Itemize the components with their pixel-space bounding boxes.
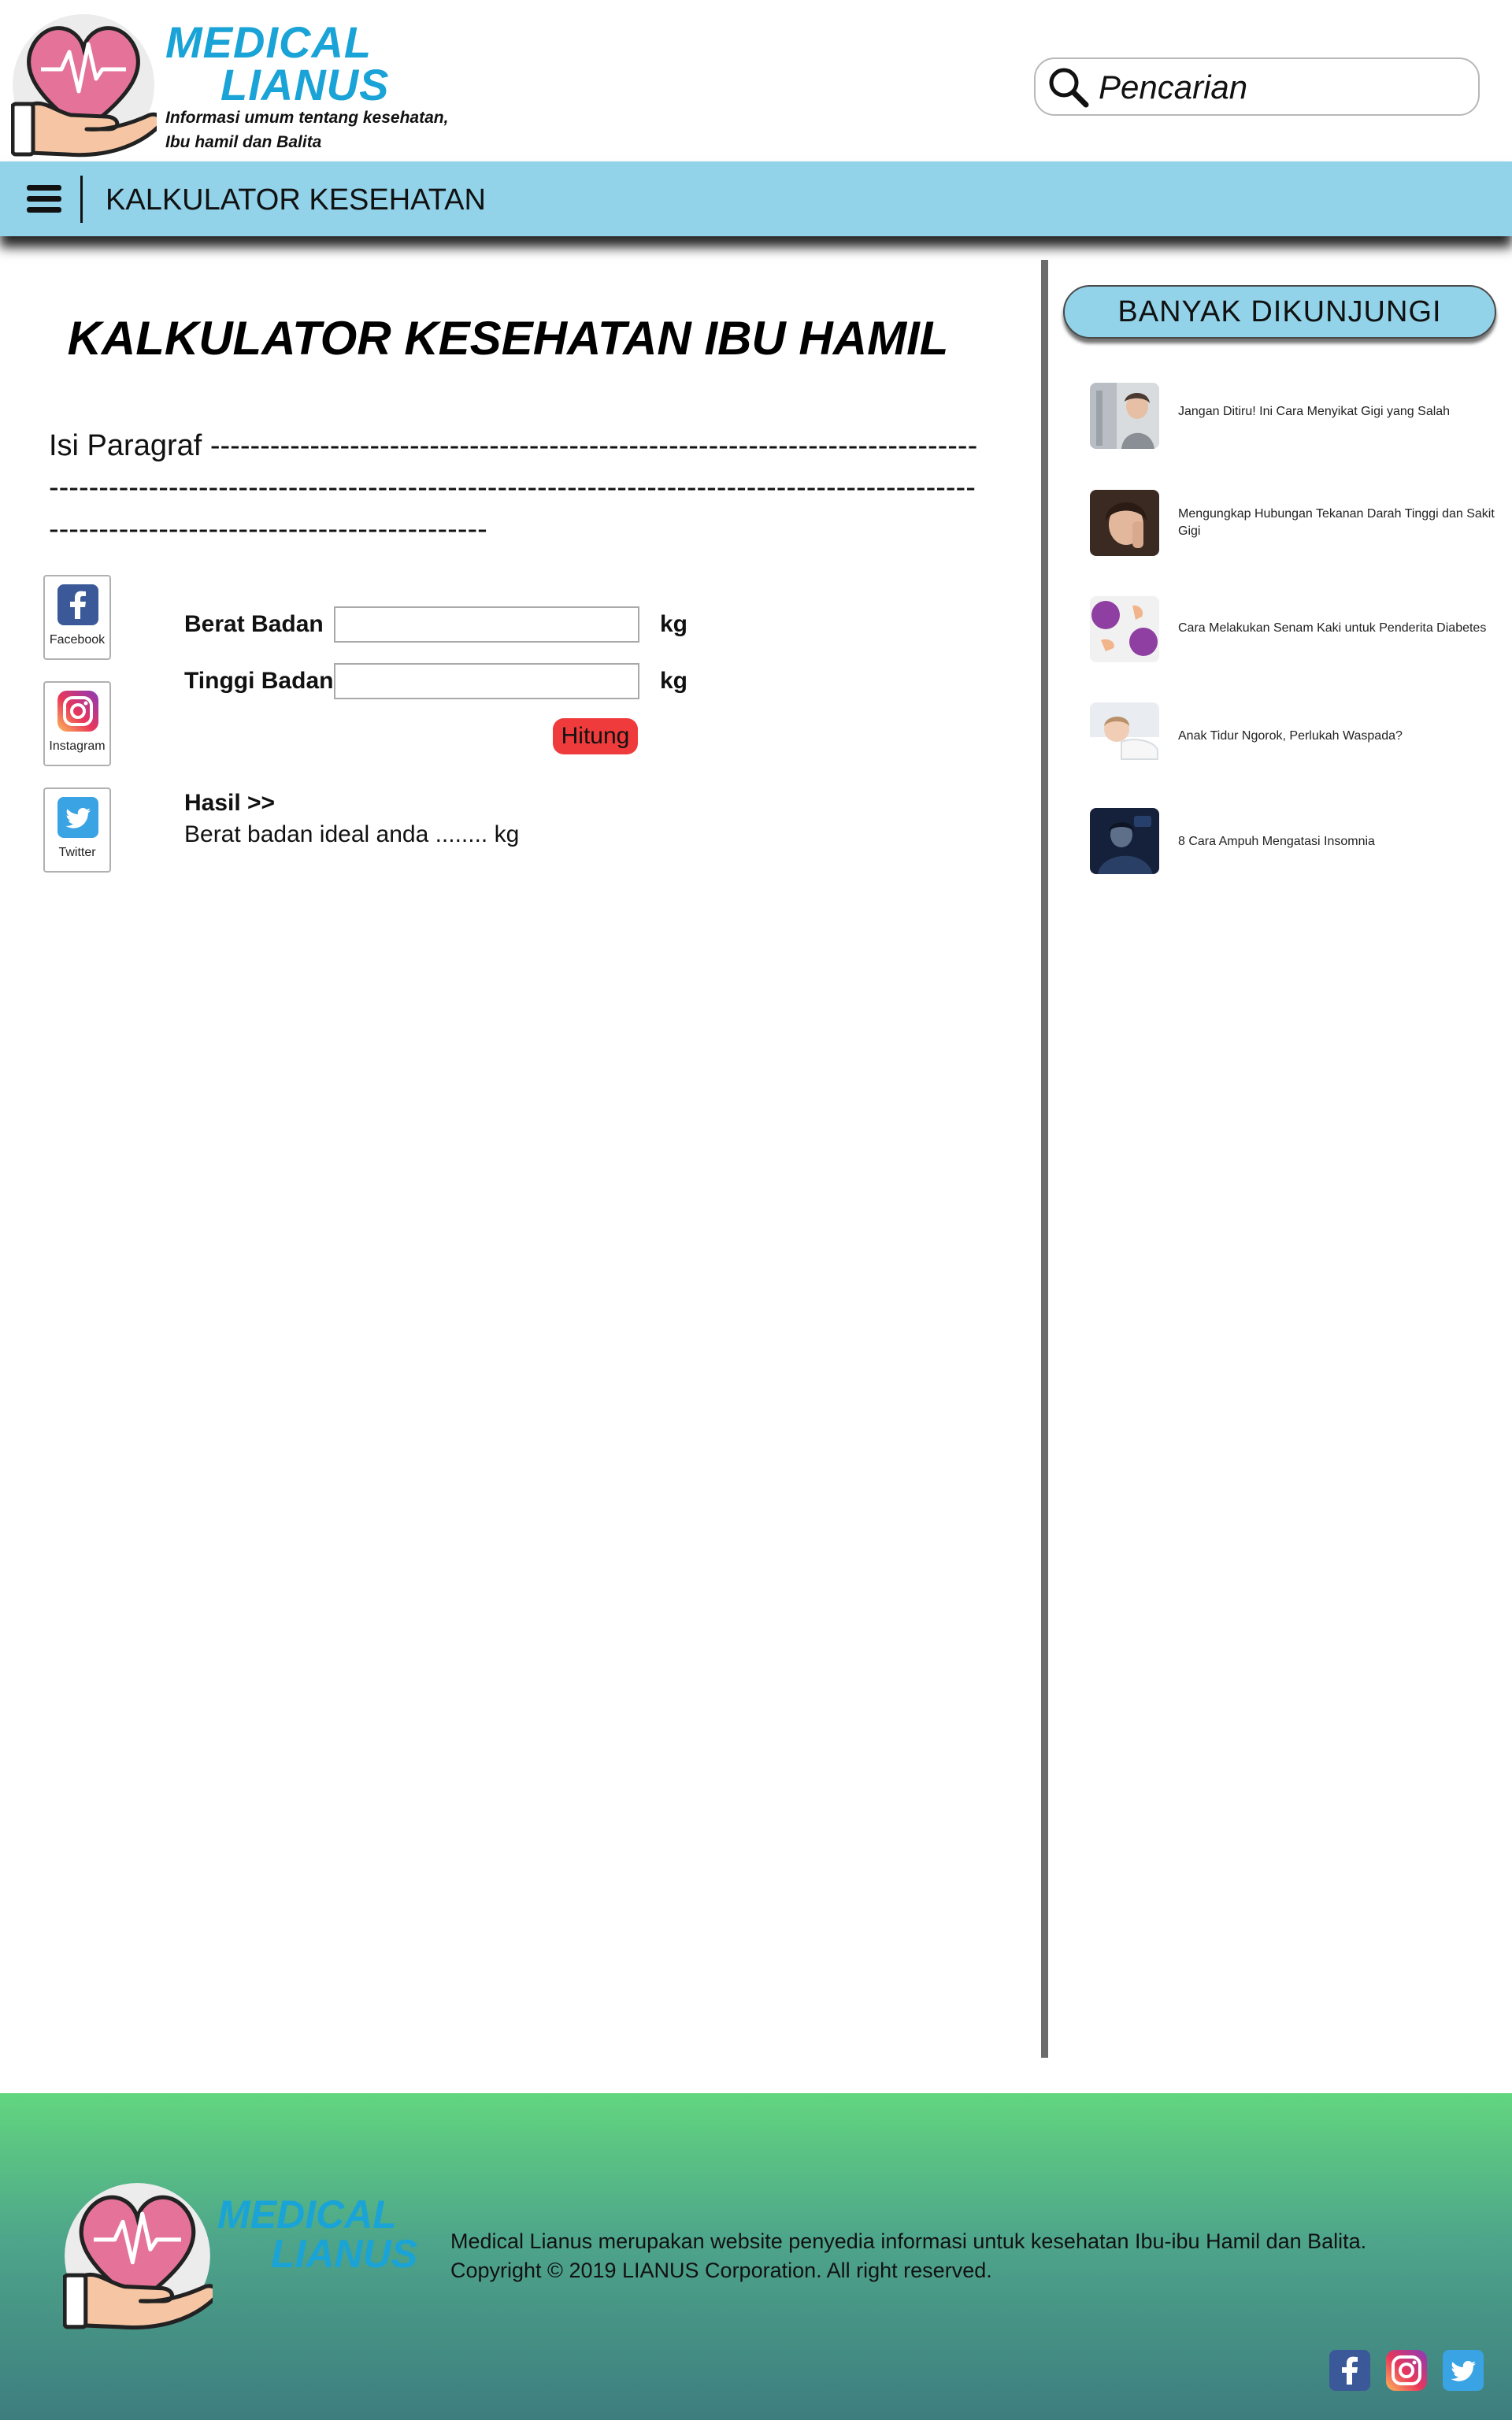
- instagram-icon[interactable]: [1386, 2350, 1427, 2391]
- main-nav-bar: KALKULATOR KESEHATAN: [0, 161, 1512, 236]
- page-title: KALKULATOR KESEHATAN IBU HAMIL: [67, 312, 949, 365]
- share-instagram-label: Instagram: [49, 739, 106, 753]
- footer-copyright: Copyright © 2019 LIANUS Corporation. All…: [450, 2259, 992, 2282]
- share-facebook-button[interactable]: Facebook: [43, 575, 111, 660]
- result-title: Hasil >>: [184, 790, 276, 816]
- share-twitter-label: Twitter: [58, 846, 96, 859]
- calculate-button[interactable]: Hitung: [553, 718, 638, 754]
- brand-name-line1: MEDICAL: [165, 17, 372, 67]
- brand-name-line2: LIANUS: [220, 60, 390, 109]
- article-title[interactable]: Cara Melakukan Senam Kaki untuk Penderit…: [1178, 620, 1501, 637]
- twitter-icon[interactable]: [1443, 2350, 1484, 2391]
- result-text: Berat badan ideal anda ........ kg: [184, 821, 520, 847]
- weight-label: Berat Badan: [184, 611, 324, 637]
- article-title[interactable]: Mengungkap Hubungan Tekanan Darah Tinggi…: [1178, 506, 1501, 540]
- article-title[interactable]: Jangan Ditiru! Ini Cara Menyikat Gigi ya…: [1178, 403, 1501, 421]
- popular-article-item[interactable]: Anak Tidur Ngorok, Perlukah Waspada?: [1090, 702, 1499, 770]
- brand-tagline: Informasi umum tentang kesehatan, Ibu ha…: [165, 106, 496, 154]
- site-header: MEDICAL LIANUS Informasi umum tentang ke…: [0, 0, 1512, 161]
- footer-about-text: Medical Lianus merupakan website penyedi…: [450, 2229, 1367, 2253]
- share-instagram-button[interactable]: Instagram: [43, 681, 111, 766]
- article-title[interactable]: Anak Tidur Ngorok, Perlukah Waspada?: [1178, 728, 1501, 745]
- twitter-icon: [57, 797, 98, 838]
- sidebar-divider: [1041, 260, 1048, 2058]
- tagline-line1: Informasi umum tentang kesehatan,: [165, 109, 449, 127]
- tagline-line2: Ibu hamil dan Balita: [165, 133, 322, 151]
- height-input[interactable]: [334, 663, 639, 699]
- nav-title[interactable]: KALKULATOR KESEHATAN: [106, 182, 486, 218]
- article-thumbnail: [1090, 383, 1159, 449]
- popular-article-item[interactable]: Mengungkap Hubungan Tekanan Darah Tinggi…: [1090, 490, 1499, 558]
- popular-article-item[interactable]: Jangan Ditiru! Ini Cara Menyikat Gigi ya…: [1090, 383, 1499, 450]
- footer-description: Medical Lianus merupakan website penyedi…: [450, 2227, 1474, 2285]
- search-box[interactable]: Pencarian: [1034, 57, 1480, 116]
- article-thumbnail: [1090, 808, 1159, 874]
- popular-article-item[interactable]: Cara Melakukan Senam Kaki untuk Penderit…: [1090, 596, 1499, 664]
- nav-divider: [80, 176, 83, 223]
- footer-brand-line2: LIANUS: [271, 2232, 418, 2276]
- facebook-icon: [57, 584, 98, 625]
- share-facebook-label: Facebook: [49, 633, 106, 647]
- site-footer: MEDICAL LIANUS Medical Lianus merupakan …: [0, 2093, 1512, 2420]
- weight-unit: kg: [660, 611, 688, 637]
- sidebar-title: BANYAK DIKUNJUNGI: [1117, 295, 1442, 328]
- height-unit: kg: [660, 668, 688, 694]
- heart-hand-logo-icon: [62, 2181, 220, 2331]
- weight-input[interactable]: [334, 606, 639, 643]
- facebook-icon[interactable]: [1329, 2350, 1370, 2391]
- popular-article-item[interactable]: 8 Cara Ampuh Mengatasi Insomnia: [1090, 808, 1499, 876]
- search-input[interactable]: Pencarian: [1099, 69, 1247, 106]
- height-label: Tinggi Badan: [184, 668, 334, 694]
- instagram-icon: [57, 691, 98, 732]
- heart-hand-logo-icon[interactable]: [10, 13, 164, 158]
- article-title[interactable]: 8 Cara Ampuh Mengatasi Insomnia: [1178, 833, 1501, 851]
- share-twitter-button[interactable]: Twitter: [43, 788, 111, 873]
- search-icon[interactable]: [1047, 65, 1091, 109]
- menu-icon[interactable]: [27, 183, 61, 215]
- article-thumbnail: [1090, 702, 1159, 769]
- content-paragraph: Isi Paragraf ---------------------------…: [49, 429, 978, 546]
- sidebar-header: BANYAK DIKUNJUNGI: [1063, 285, 1496, 339]
- article-thumbnail: [1090, 596, 1159, 662]
- footer-brand-line1: MEDICAL: [217, 2192, 397, 2237]
- article-thumbnail: [1090, 490, 1159, 556]
